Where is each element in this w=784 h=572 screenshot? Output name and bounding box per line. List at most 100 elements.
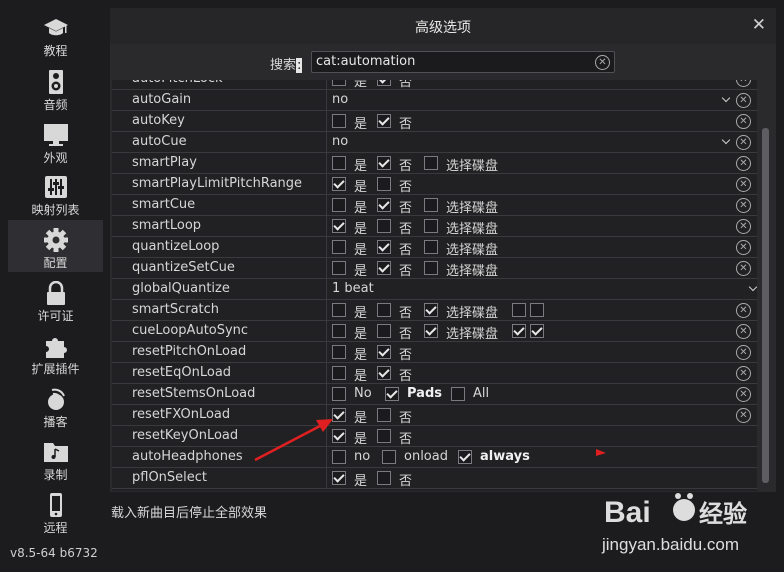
chevron-down-icon[interactable] [747,279,757,297]
option-value-cell[interactable]: no [327,132,737,152]
option-name-cell: globalQuantize [112,279,327,299]
checkbox-label: onload [404,449,448,464]
sidebar-item-label: 播客 [43,415,68,429]
scrollbar-thumb[interactable] [762,128,769,483]
checkbox-label: 否 [399,411,413,426]
table-row: autoCue no ✕ [112,132,757,153]
checkbox[interactable] [332,450,346,464]
close-icon[interactable]: ✕ [752,15,766,35]
sidebar-item-license[interactable]: 许可证 [8,273,103,325]
clear-search-icon[interactable]: ✕ [595,55,610,70]
search-box[interactable]: ✕ [311,51,615,73]
option-value-cell[interactable]: no [327,90,737,110]
reset-option-icon[interactable]: ✕ [736,303,751,318]
checkbox[interactable] [377,219,391,233]
checkbox[interactable] [377,471,391,485]
sidebar-item-config[interactable]: 配置 [8,220,103,272]
sidebar-item-remote[interactable]: 远程 [8,485,103,537]
checkbox[interactable] [332,156,346,170]
option-name: resetFXOnLoad [132,407,231,422]
option-value-cell[interactable]: 1 beat [327,279,737,299]
checkbox[interactable] [332,303,346,317]
reset-option-icon[interactable]: ✕ [736,177,751,192]
reset-option-icon[interactable]: ✕ [736,324,751,339]
sidebar-item-appearance[interactable]: 外观 [8,115,103,167]
chevron-down-icon[interactable] [720,90,734,108]
checkbox[interactable] [332,324,346,338]
reset-option-icon[interactable]: ✕ [736,156,751,171]
monitor-icon [43,124,68,146]
search-input[interactable] [316,54,586,69]
reset-option-icon[interactable]: ✕ [736,408,751,423]
checkbox[interactable] [424,219,438,233]
checkbox-checked[interactable] [377,345,391,359]
checkbox-checked[interactable] [377,114,391,128]
reset-option-icon[interactable]: ✕ [736,219,751,234]
reset-option-icon[interactable]: ✕ [736,366,751,381]
reset-option-icon[interactable]: ✕ [736,135,751,150]
checkbox-label: 是 [354,201,368,216]
reset-option-icon[interactable]: ✕ [736,261,751,276]
option-dropdown-value[interactable]: no [332,92,348,107]
scrollbar[interactable] [761,80,770,491]
checkbox-checked[interactable] [377,366,391,380]
reset-option-icon[interactable]: ✕ [736,240,751,255]
checkbox-checked[interactable] [377,261,391,275]
checkbox[interactable] [530,303,544,317]
reset-option-icon[interactable]: ✕ [736,93,751,108]
option-name: smartLoop [132,218,202,233]
checkbox[interactable] [332,114,346,128]
checkbox-checked[interactable] [424,324,438,338]
checkbox[interactable] [512,303,526,317]
checkbox-checked[interactable] [332,408,346,422]
checkbox[interactable] [382,450,396,464]
checkbox-checked[interactable] [332,471,346,485]
checkbox-checked[interactable] [332,219,346,233]
checkbox-checked[interactable] [458,450,472,464]
checkbox[interactable] [332,198,346,212]
checkbox[interactable] [424,198,438,212]
checkbox[interactable] [424,240,438,254]
checkbox-checked[interactable] [512,324,526,338]
checkbox[interactable] [332,345,346,359]
checkbox[interactable] [377,177,391,191]
checkbox[interactable] [424,261,438,275]
checkbox-checked[interactable] [424,303,438,317]
option-dropdown-value[interactable]: no [332,134,348,149]
checkbox-checked[interactable] [377,240,391,254]
checkbox[interactable] [332,261,346,275]
reset-option-icon[interactable]: ✕ [736,345,751,360]
checkbox[interactable] [377,324,391,338]
checkbox[interactable] [451,387,465,401]
reset-option-icon[interactable]: ✕ [736,387,751,402]
checkbox[interactable] [377,408,391,422]
checkbox-checked[interactable] [377,198,391,212]
checkbox[interactable] [377,429,391,443]
sidebar-item-podcast[interactable]: 播客 [8,379,103,431]
sidebar-item-record[interactable]: 录制 [8,432,103,484]
checkbox-checked[interactable] [332,429,346,443]
sidebar-item-audio[interactable]: 音频 [8,62,103,114]
checkbox-checked[interactable] [377,156,391,170]
checkbox[interactable] [332,240,346,254]
sidebar-item-mappings[interactable]: 映射列表 [8,167,103,219]
checkbox-checked[interactable] [385,387,399,401]
checkbox[interactable] [424,156,438,170]
checkbox-checked[interactable] [377,80,391,86]
checkbox-checked[interactable] [332,177,346,191]
sidebar-item-label: 许可证 [37,309,74,323]
checkbox[interactable] [377,303,391,317]
option-dropdown-value[interactable]: 1 beat [332,281,374,296]
checkbox-label: 选择碟盘 [446,222,499,237]
checkbox[interactable] [332,366,346,380]
checkbox-checked[interactable] [530,324,544,338]
checkbox[interactable] [332,387,346,401]
reset-option-icon[interactable]: ✕ [736,114,751,129]
checkbox[interactable] [332,80,346,86]
reset-option-icon[interactable]: ✕ [736,198,751,213]
checkbox-label: 否 [399,474,413,489]
chevron-down-icon[interactable] [720,132,734,150]
sidebar-item-plugins[interactable]: 扩展插件 [8,326,103,378]
sidebar-item-tutorial[interactable]: 教程 [8,8,103,60]
reset-option-icon[interactable]: ✕ [736,80,751,87]
